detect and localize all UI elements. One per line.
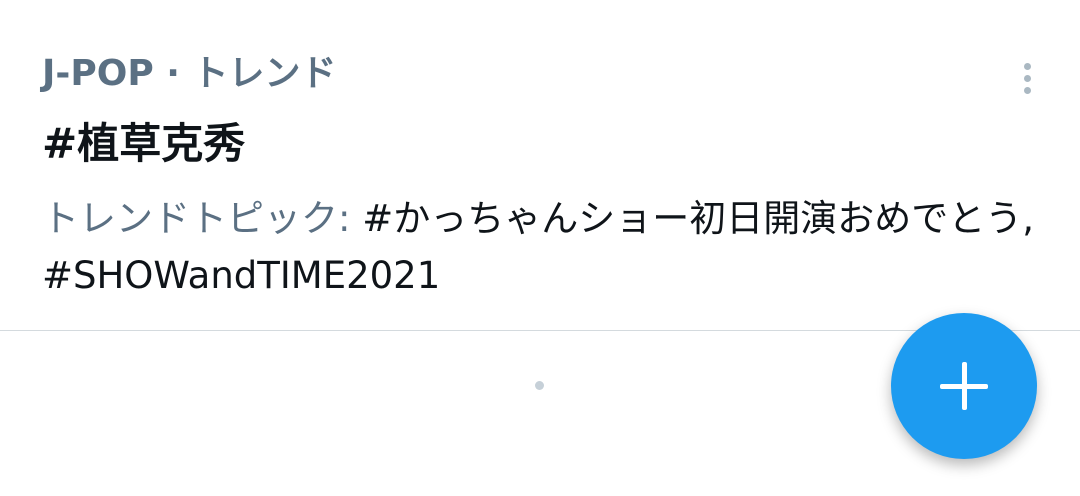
more-vertical-icon [1023, 62, 1031, 70]
more-vertical-icon-dot [1023, 86, 1031, 94]
trend-context: J-POP · トレンド [42, 53, 337, 94]
more-vertical-icon-dot [1023, 74, 1031, 82]
trend-title: #植草克秀 [42, 119, 246, 168]
plus-icon-vertical [962, 362, 967, 410]
compose-tweet-button[interactable] [891, 313, 1037, 459]
trends-page: J-POP · トレンド #植草克秀 トレンドトピック: #かっちゃんショー初日… [0, 0, 1080, 496]
trend-item[interactable]: J-POP · トレンド #植草克秀 トレンドトピック: #かっちゃんショー初日… [0, 0, 1080, 331]
more-options-button[interactable] [1010, 56, 1044, 100]
trend-topics-label: トレンドトピック: [42, 197, 363, 240]
loading-dot [535, 381, 544, 390]
trend-topics: トレンドトピック: #かっちゃんショー初日開演おめでとう, #SHOWandTI… [42, 190, 1072, 304]
